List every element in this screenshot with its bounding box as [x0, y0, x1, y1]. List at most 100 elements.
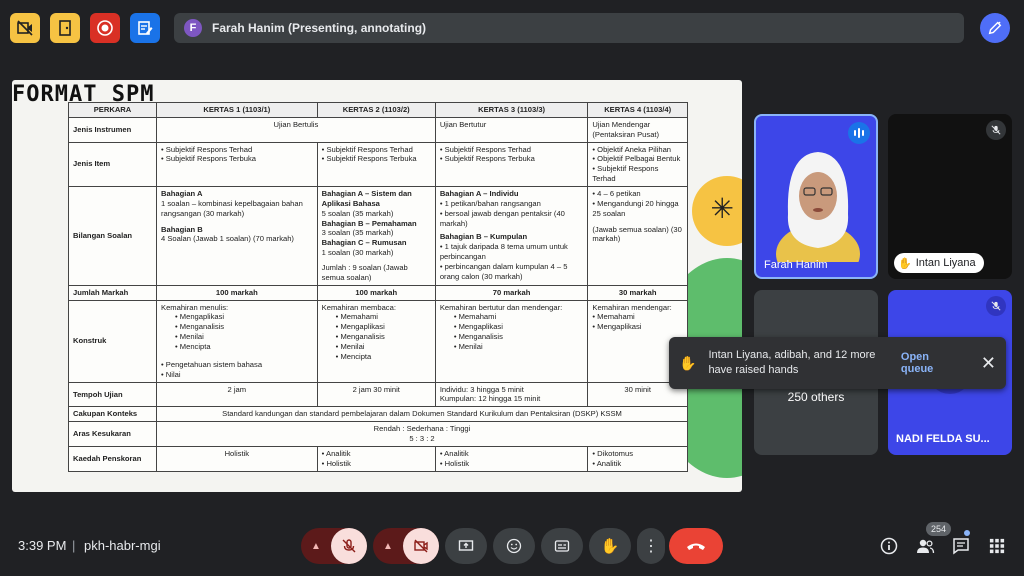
table-cell: 100 markah: [156, 284, 318, 301]
table-cell: Bahagian A – Sistem dan Aplikasi Bahasa …: [316, 186, 436, 286]
table-cell: Ujian Bertutur: [434, 116, 589, 143]
reactions-button[interactable]: [493, 528, 535, 564]
speaking-indicator-icon: [848, 122, 870, 144]
toast-message: Intan Liyana, adibah, and 12 more have r…: [708, 349, 876, 376]
table-header: KERTAS 2 (1103/2): [316, 102, 436, 118]
table-cell: Standard kandungan dan standard pembelaj…: [156, 406, 688, 423]
notes-button[interactable]: [130, 13, 160, 43]
table-cell: Bahagian A 1 soalan – kombinasi kepelbag…: [156, 186, 318, 286]
table-cell: Ujian Mendengar (Pentaksiran Pusat): [587, 116, 688, 143]
video-options-chevron-icon[interactable]: ▲: [373, 541, 403, 552]
participant-tile-intan[interactable]: ✋ Intan Liyana: [888, 114, 1012, 279]
mic-off-button[interactable]: [331, 528, 367, 564]
table-cell: • Objektif Aneka Pilihan • Objektif Pelba…: [587, 141, 688, 188]
table-cell: • Analitik • Holistik: [316, 445, 436, 472]
raised-hand-icon: ✋: [898, 257, 912, 270]
chat-icon: [953, 538, 969, 555]
table-header: KERTAS 3 (1103/3): [434, 102, 589, 118]
row-label: Jenis Item: [68, 141, 157, 188]
table-header-row: PERKARA KERTAS 1 (1103/1) KERTAS 2 (1103…: [68, 102, 688, 118]
table-cell: • Subjektif Respons Terhad • Subjektif Re…: [434, 141, 589, 188]
audio-options-chevron-icon[interactable]: ▲: [301, 541, 331, 552]
annotate-button[interactable]: [980, 13, 1010, 43]
mic-control: ▲: [301, 528, 367, 564]
bottom-bar: 3:39 PM | pkh-habr-mgi ▲ ▲ ✋ ⋮: [0, 524, 1024, 568]
people-icon: [917, 539, 935, 554]
table-cell: Rendah : Sederhana : Tinggi 5 : 3 : 2: [156, 421, 688, 447]
table-row: Tempoh Ujian 2 jam 2 jam 30 minit Indivi…: [68, 381, 688, 408]
chat-button[interactable]: [951, 536, 971, 556]
table-row: Jumlah Markah 100 markah 100 markah 70 m…: [68, 284, 688, 301]
top-bar: F Farah Hanim (Presenting, annotating): [10, 10, 1014, 46]
table-cell: • Analitik • Holistik: [434, 445, 589, 472]
row-label: Kaedah Penskoran: [68, 445, 157, 472]
edit-note-icon: [138, 21, 153, 35]
more-options-button[interactable]: ⋮: [637, 528, 665, 564]
row-label: Aras Kesukaran: [68, 421, 157, 447]
row-label: Jumlah Markah: [68, 284, 157, 301]
camera-off-icon: [414, 539, 428, 553]
chat-unread-dot: [964, 530, 970, 536]
record-button[interactable]: [90, 13, 120, 43]
present-screen-button[interactable]: [445, 528, 487, 564]
table-cell: 100 markah: [316, 284, 436, 301]
table-cell: Holistik: [156, 445, 318, 472]
table-cell: • Subjektif Respons Terhad • Subjektif Re…: [316, 141, 436, 188]
more-vert-icon: ⋮: [643, 538, 659, 555]
emoji-icon: [506, 538, 522, 554]
raised-hands-toast: ✋ Intan Liyana, adibah, and 12 more have…: [669, 337, 1006, 389]
participant-name: Farah Hanim: [764, 259, 828, 271]
table-cell: 30 markah: [587, 284, 688, 301]
table-cell: • 4 – 6 petikan • Mengandungi 20 hingga …: [587, 186, 688, 286]
hide-video-button[interactable]: [10, 13, 40, 43]
separator: |: [72, 538, 76, 553]
camera-control: ▲: [373, 528, 439, 564]
muted-mic-icon: [986, 296, 1006, 316]
others-count: 250 others: [787, 390, 845, 404]
table-row: Jenis Instrumen Ujian Bertulis Ujian Ber…: [68, 116, 688, 143]
table-header: KERTAS 4 (1103/4): [587, 102, 688, 118]
captions-button[interactable]: [541, 528, 583, 564]
raised-hand-icon: ✋: [679, 354, 697, 371]
table-header: KERTAS 1 (1103/1): [156, 102, 318, 118]
hand-icon: ✋: [600, 538, 620, 555]
table-row: Cakupan Konteks Standard kandungan dan s…: [68, 406, 688, 423]
table-cell: Kemahiran membaca: • Memahami • Mengapli…: [316, 299, 436, 383]
camera-off-button[interactable]: [403, 528, 439, 564]
table-cell: Bahagian A – Individu • 1 petikan/bahan …: [434, 186, 589, 286]
pen-icon: [988, 21, 1002, 35]
close-icon[interactable]: ✕: [981, 353, 996, 374]
table-cell: 2 jam 30 minit: [316, 381, 436, 408]
table-cell: Individu: 3 hingga 5 minit Kumpulan: 12 h…: [434, 381, 589, 408]
hang-up-icon: [687, 543, 705, 550]
leave-call-button[interactable]: [669, 528, 723, 564]
table-cell: Kemahiran menulis: • Mengaplikasi • Meng…: [156, 299, 318, 383]
participant-tile-farah[interactable]: Farah Hanim: [754, 114, 878, 279]
meeting-details-button[interactable]: [879, 536, 899, 556]
table-row: Kaedah Penskoran Holistik • Analitik • Ho…: [68, 445, 688, 472]
present-icon: [458, 540, 474, 551]
table-row: Konstruk Kemahiran menulis: • Mengaplika…: [68, 299, 688, 383]
open-queue-button[interactable]: Open queue: [901, 351, 963, 375]
muted-mic-icon: [986, 120, 1006, 140]
table-cell: • Subjektif Respons Terhad • Subjektif Re…: [156, 141, 318, 188]
table-cell: Kemahiran bertutur dan mendengar: • Mema…: [434, 299, 589, 383]
presentation-slide: ✳ FORMAT SPM PERKARA KERTAS 1 (1103/1) K…: [12, 80, 742, 492]
table-row: Jenis Item • Subjektif Respons Terhad • S…: [68, 141, 688, 188]
table-cell: 2 jam: [156, 381, 318, 408]
decor-asterisk-icon: ✳: [710, 193, 734, 224]
presenting-banner[interactable]: F Farah Hanim (Presenting, annotating): [174, 13, 964, 43]
table-header: PERKARA: [68, 102, 157, 118]
table-row: Aras Kesukaran Rendah : Sederhana : Ting…: [68, 421, 688, 447]
meeting-code: pkh-habr-mgi: [84, 538, 161, 553]
record-icon: [97, 20, 113, 36]
raise-hand-button[interactable]: ✋: [589, 528, 631, 564]
participant-name-chip: ✋ Intan Liyana: [894, 253, 984, 273]
activities-button[interactable]: [987, 536, 1007, 556]
people-button[interactable]: [915, 536, 935, 556]
presenter-avatar: F: [184, 19, 202, 37]
presenting-text: Farah Hanim (Presenting, annotating): [212, 21, 427, 35]
table-cell: • Dikotomus • Analitik: [587, 445, 688, 472]
row-label: Tempoh Ujian: [68, 381, 157, 408]
host-controls-button[interactable]: [50, 13, 80, 43]
